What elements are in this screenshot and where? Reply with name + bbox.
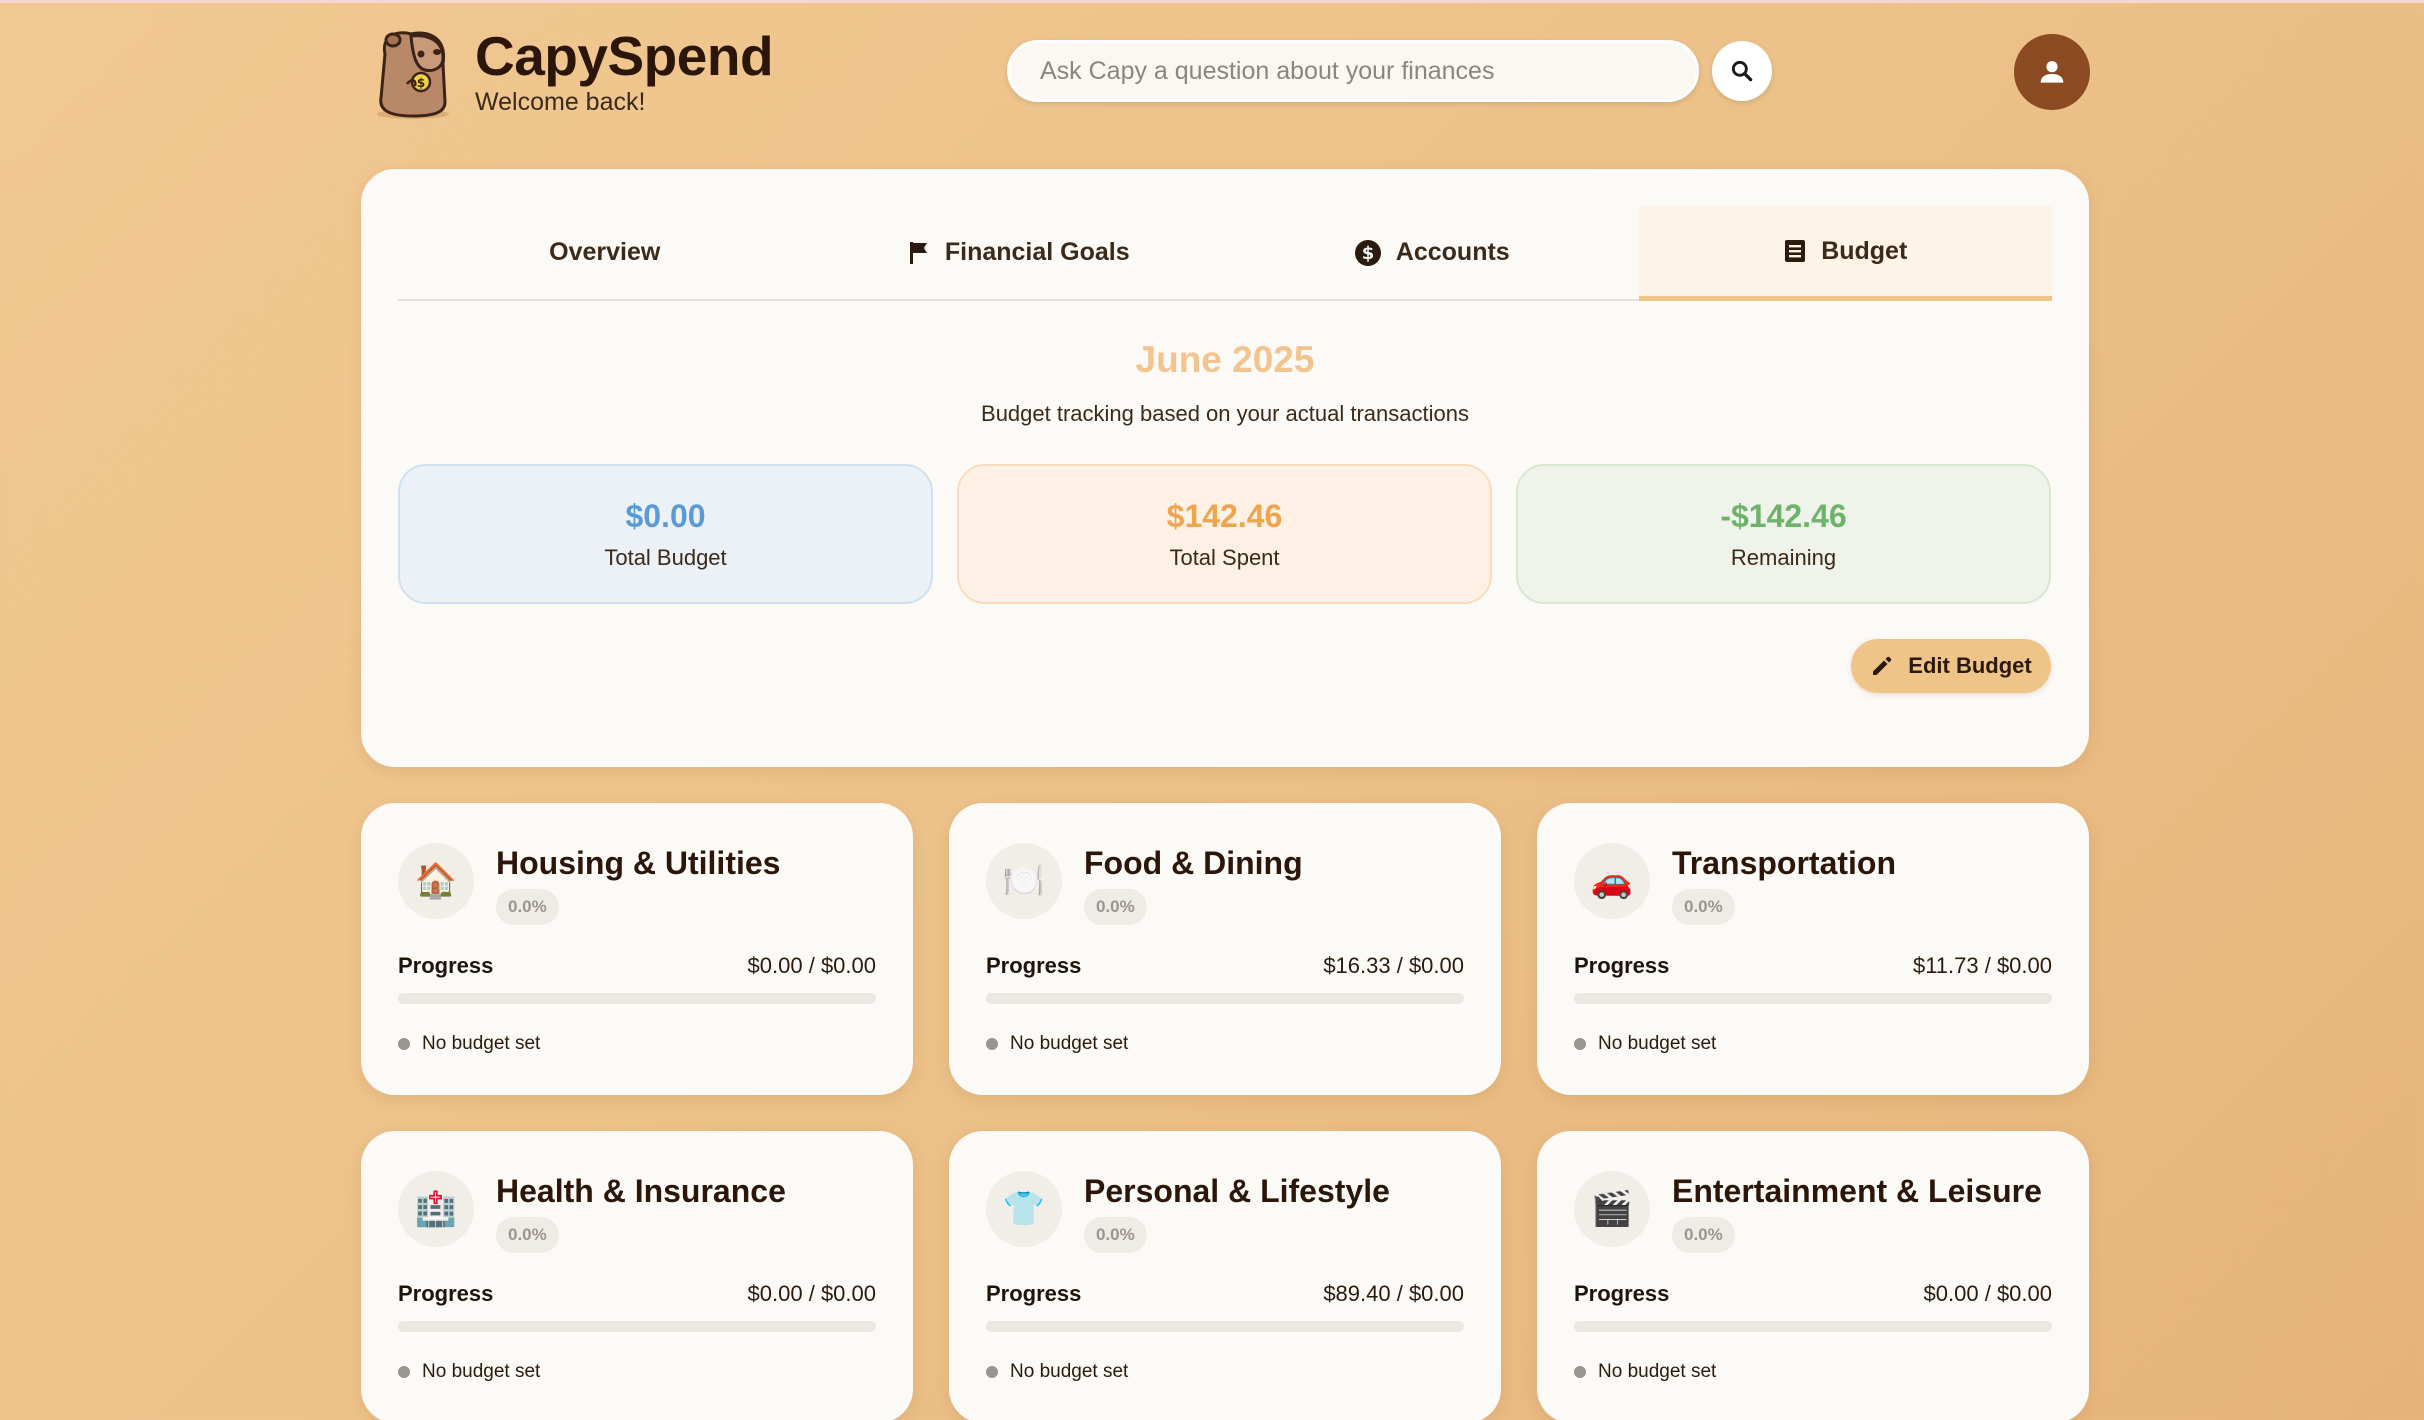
progress-bar — [398, 993, 876, 1004]
plate-cutlery-icon: 🍽️ — [986, 843, 1062, 919]
progress-label: Progress — [398, 1281, 494, 1306]
status-text: No budget set — [422, 1033, 541, 1054]
edit-budget-label: Edit Budget — [1908, 653, 2032, 678]
progress-amount: $16.33 / $0.00 — [1323, 953, 1464, 978]
progress-amount: $0.00 / $0.00 — [747, 953, 876, 978]
budget-description: Budget tracking based on your actual tra… — [981, 401, 1469, 426]
status-text: No budget set — [1598, 1361, 1717, 1382]
total-spent-label: Total Spent — [1169, 544, 1280, 570]
progress-amount: $89.40 / $0.00 — [1323, 1281, 1464, 1306]
budget-status: No budget set — [398, 1361, 540, 1383]
progress-amount: $0.00 / $0.00 — [1923, 1281, 2052, 1306]
remaining-card: -$142.46 Remaining — [1516, 464, 2051, 604]
tab-overview[interactable]: Overview — [398, 206, 812, 299]
budget-status: No budget set — [398, 1033, 540, 1055]
remaining-label: Remaining — [1730, 544, 1837, 570]
status-dot — [986, 1038, 998, 1050]
edit-budget-button[interactable]: Edit Budget — [1851, 639, 2051, 693]
shirt-icon: 👕 — [986, 1171, 1062, 1247]
category-name: Food & Dining — [1084, 845, 1303, 881]
budget-panel: Overview Financial Goals $ Accounts Budg… — [361, 169, 2089, 767]
tab-budget[interactable]: Budget — [1638, 206, 2052, 301]
welcome-text: Welcome back! — [475, 88, 646, 116]
clapperboard-icon: 🎬 — [1574, 1171, 1650, 1247]
app-title: CapySpend — [475, 25, 774, 87]
total-spent-value: $142.46 — [1166, 497, 1283, 534]
status-dot — [986, 1366, 998, 1378]
category-percent-badge: 0.0% — [496, 889, 559, 925]
hospital-icon: 🏥 — [398, 1171, 474, 1247]
category-name: Entertainment & Leisure — [1672, 1173, 2042, 1209]
budget-status: No budget set — [986, 1361, 1128, 1383]
budget-status: No budget set — [1574, 1033, 1716, 1055]
budget-status: No budget set — [986, 1033, 1128, 1055]
category-percent-badge: 0.0% — [496, 1217, 559, 1253]
status-dot — [398, 1366, 410, 1378]
progress-amount: $0.00 / $0.00 — [747, 1281, 876, 1306]
flag-icon — [909, 241, 927, 264]
capybara-logo: $ — [367, 24, 459, 120]
receipt-icon — [1785, 240, 1806, 262]
status-text: No budget set — [1010, 1033, 1129, 1054]
house-icon: 🏠 — [398, 843, 474, 919]
progress-label: Progress — [986, 953, 1082, 978]
budget-status: No budget set — [1574, 1361, 1716, 1383]
category-card-personal[interactable]: 👕 Personal & Lifestyle 0.0% Progress $89… — [949, 1131, 1501, 1420]
user-icon — [2040, 61, 2064, 83]
top-border-line — [0, 0, 2424, 3]
progress-label: Progress — [398, 953, 494, 978]
budget-month: June 2025 — [1135, 339, 1315, 380]
progress-bar — [1574, 993, 2052, 1004]
category-percent-badge: 0.0% — [1672, 1217, 1735, 1253]
search-button[interactable] — [1712, 41, 1772, 101]
status-text: No budget set — [422, 1361, 541, 1382]
tab-bar: Overview Financial Goals $ Accounts Budg… — [398, 206, 2052, 301]
progress-label: Progress — [986, 1281, 1082, 1306]
category-card-housing[interactable]: 🏠 Housing & Utilities 0.0% Progress $0.0… — [361, 803, 913, 1095]
svg-text:$: $ — [1362, 243, 1375, 264]
category-card-entertainment[interactable]: 🎬 Entertainment & Leisure 0.0% Progress … — [1537, 1131, 2089, 1420]
category-card-health[interactable]: 🏥 Health & Insurance 0.0% Progress $0.00… — [361, 1131, 913, 1420]
svg-text:$: $ — [417, 76, 425, 90]
progress-bar — [398, 1321, 876, 1332]
tab-label: Budget — [1821, 236, 1908, 265]
progress-amount: $11.73 / $0.00 — [1912, 953, 2052, 978]
pencil-icon — [1873, 656, 1892, 675]
tab-label: Financial Goals — [944, 238, 1130, 266]
tab-label: Accounts — [1395, 238, 1510, 266]
tab-accounts[interactable]: $ Accounts — [1225, 206, 1639, 299]
category-percent-badge: 0.0% — [1672, 889, 1735, 925]
remaining-value: -$142.46 — [1720, 497, 1847, 534]
search-icon — [1731, 60, 1753, 82]
progress-label: Progress — [1574, 1281, 1670, 1306]
tab-financial-goals[interactable]: Financial Goals — [812, 206, 1226, 299]
tab-label: Overview — [549, 238, 661, 266]
total-budget-card: $0.00 Total Budget — [398, 464, 933, 604]
progress-label: Progress — [1574, 953, 1670, 978]
category-name: Transportation — [1672, 845, 1897, 881]
status-text: No budget set — [1598, 1033, 1717, 1054]
category-card-transportation[interactable]: 🚗 Transportation 0.0% Progress $11.73 / … — [1537, 803, 2089, 1095]
user-avatar-button[interactable] — [2014, 34, 2090, 110]
status-text: No budget set — [1010, 1361, 1129, 1382]
category-percent-badge: 0.0% — [1084, 1217, 1147, 1253]
category-card-food[interactable]: 🍽️ Food & Dining 0.0% Progress $16.33 / … — [949, 803, 1501, 1095]
progress-bar — [1574, 1321, 2052, 1332]
category-name: Health & Insurance — [496, 1173, 786, 1209]
status-dot — [398, 1038, 410, 1050]
total-budget-label: Total Budget — [604, 544, 727, 570]
category-name: Personal & Lifestyle — [1084, 1173, 1390, 1209]
category-name: Housing & Utilities — [496, 845, 781, 881]
car-icon: 🚗 — [1574, 843, 1650, 919]
total-spent-card: $142.46 Total Spent — [957, 464, 1492, 604]
status-dot — [1574, 1038, 1586, 1050]
ask-capy-search-input[interactable] — [1007, 40, 1699, 102]
category-percent-badge: 0.0% — [1084, 889, 1147, 925]
dollar-circle-icon: $ — [1354, 239, 1381, 266]
total-budget-value: $0.00 — [625, 497, 706, 534]
progress-bar — [986, 993, 1464, 1004]
app-header: $ CapySpend Welcome back! — [361, 20, 2090, 130]
progress-bar — [986, 1321, 1464, 1332]
status-dot — [1574, 1366, 1586, 1378]
